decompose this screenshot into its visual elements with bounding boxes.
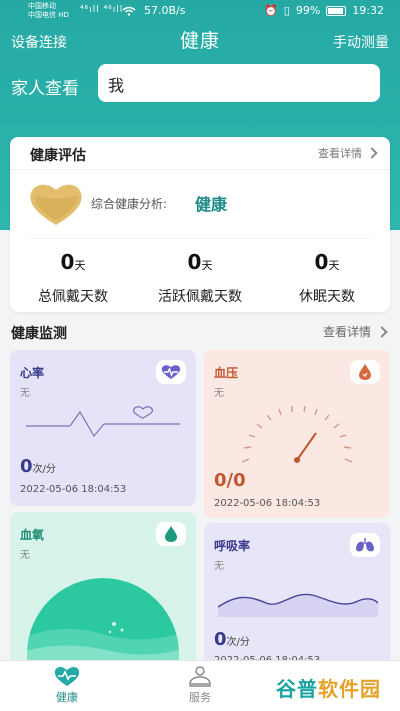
manual-measure-button[interactable]: 手动测量 (333, 32, 389, 52)
carrier-1: 中国移动 (28, 2, 56, 10)
blood-oxygen-card[interactable]: 血氧 无 (10, 512, 196, 672)
divider (10, 169, 390, 170)
card-title: 血氧 (20, 528, 45, 542)
tab-service[interactable]: 服务 (160, 665, 240, 705)
battery-percent: 99% (295, 4, 321, 17)
heart-rate-number: 0 (20, 456, 33, 477)
stat-number: 0 (314, 250, 329, 274)
alarm-icon: ⏰ (264, 4, 278, 17)
stat-active-wear: 0天 活跃佩戴天数 (137, 250, 263, 306)
stat-unit: 天 (74, 259, 86, 272)
water-drop-icon (156, 522, 186, 546)
watermark-part1: 谷普 (276, 677, 318, 701)
pressure-gauge-icon (241, 405, 353, 463)
chevron-right-icon (376, 325, 388, 338)
stat-number: 0 (60, 250, 75, 274)
respiration-wave (218, 593, 378, 617)
tab-health[interactable]: 健康 (27, 665, 107, 705)
respiration-value: 0次/分 (214, 629, 250, 650)
divider (30, 238, 370, 239)
card-status: 无 (20, 388, 30, 399)
heart-icon (28, 181, 84, 227)
oxygen-bubble-icon (27, 578, 179, 672)
heart-icon (54, 667, 80, 686)
blood-pressure-card[interactable]: 血压 无 0/0 2022-05-06 18:04:53 (204, 350, 390, 518)
card-status: 无 (214, 561, 224, 572)
respiration-number: 0 (214, 629, 227, 650)
stat-number: 0 (187, 250, 202, 274)
battery-icon (326, 5, 347, 16)
carrier-2: 中国电信 (28, 11, 56, 19)
monitor-detail-link[interactable]: 查看详情 (322, 323, 388, 340)
clock: 19:32 (352, 4, 384, 17)
heart-rate-unit: 次/分 (32, 464, 56, 475)
stat-total-wear: 0天 总佩戴天数 (10, 250, 136, 306)
card-title: 血压 (214, 366, 239, 380)
signal-icon: ⁴⁶ıll ⁴⁶ıll (80, 5, 124, 15)
stat-label: 总佩戴天数 (38, 289, 108, 305)
heartbeat-icon (156, 360, 186, 384)
watermark-part2: 软件园 (318, 677, 381, 701)
card-status: 无 (214, 388, 224, 399)
evaluation-detail-label: 查看详情 (318, 147, 362, 160)
tab-label: 服务 (189, 691, 211, 704)
heart-rate-value: 0次/分 (20, 456, 56, 477)
net-speed: 57.0B/s (122, 4, 186, 17)
heart-rate-time: 2022-05-06 18:04:53 (20, 484, 127, 495)
respiration-card[interactable]: 呼吸率 无 0次/分 2022-05-06 18:04:53 (204, 523, 390, 673)
evaluation-detail-link[interactable]: 查看详情 (318, 145, 378, 161)
chevron-right-icon (366, 147, 378, 159)
tab-label: 健康 (56, 691, 78, 704)
stat-sleep: 0天 休眠天数 (264, 250, 390, 306)
vibrate-icon: ▯ (283, 4, 290, 17)
monitor-detail-label: 查看详情 (322, 325, 371, 339)
service-icon (189, 666, 211, 687)
hd-badge: HD (58, 11, 69, 19)
stat-label: 活跃佩戴天数 (158, 289, 242, 305)
blood-drop-icon (350, 360, 380, 384)
top-nav: 设备连接 健康 手动测量 (0, 26, 400, 56)
status-bar: 中国移动 中国电信 HD ⁴⁶ıll ⁴⁶ıll 57.0B/s ⏰ ▯ 99%… (0, 0, 400, 24)
card-title: 呼吸率 (214, 539, 251, 553)
blood-pressure-value: 0/0 (214, 470, 246, 491)
lungs-icon (350, 533, 380, 557)
watermark-logo: 谷普软件园 (272, 670, 396, 706)
status-right: ⏰ ▯ 99% 19:32 (264, 4, 384, 17)
evaluation-title: 健康评估 (30, 148, 86, 164)
stat-unit: 天 (328, 259, 340, 272)
monitor-title: 健康监测 (11, 326, 67, 342)
watermark-text: 谷普软件园 (276, 673, 381, 702)
heart-rate-card[interactable]: 心率 无 0次/分 2022-05-06 18:04:53 (10, 350, 196, 506)
analysis-label: 综合健康分析: (91, 197, 168, 211)
family-member-select[interactable]: 我 (98, 64, 380, 102)
wifi-icon (122, 6, 136, 16)
net-speed-text: 57.0B/s (144, 4, 186, 17)
card-title: 心率 (20, 366, 45, 380)
stat-label: 休眠天数 (299, 289, 355, 305)
family-view-label: 家人查看 (11, 79, 79, 99)
analysis-value: 健康 (195, 195, 228, 214)
carrier-info: 中国移动 中国电信 HD (28, 2, 69, 20)
health-evaluation-card: 健康评估 查看详情 综合健康分析: 健康 0天 总佩戴天数 0天 活跃佩戴天数 … (10, 137, 390, 312)
respiration-unit: 次/分 (226, 637, 250, 648)
card-status: 无 (20, 550, 30, 561)
blood-pressure-time: 2022-05-06 18:04:53 (214, 498, 321, 509)
stat-unit: 天 (201, 259, 213, 272)
heart-rate-waveform (26, 406, 180, 438)
